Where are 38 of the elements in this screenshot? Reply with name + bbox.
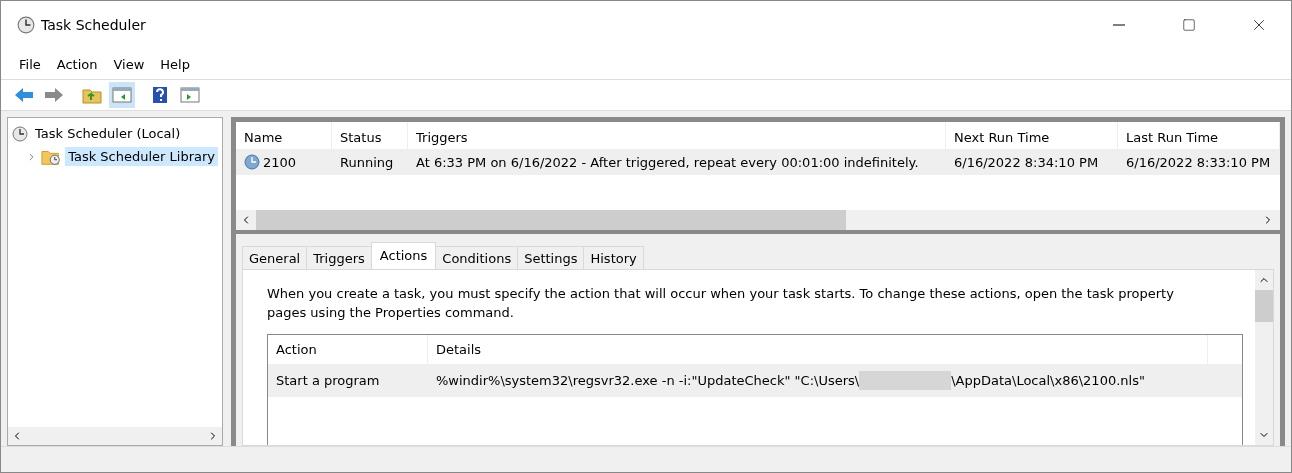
cell-text: 2100 bbox=[263, 154, 297, 170]
clock-icon bbox=[244, 154, 260, 170]
cell-text: At 6:33 PM on 6/16/2022 - After triggered, repeat every 00:01:00 indefinitely. bbox=[416, 154, 919, 170]
maximize-icon bbox=[1182, 18, 1196, 32]
folder-up-icon bbox=[82, 86, 102, 104]
cell-text: 6/16/2022 8:34:10 PM bbox=[954, 154, 1099, 170]
details-text: \AppData\Local\x86\2100.nls" bbox=[951, 373, 1145, 388]
scroll-thumb[interactable] bbox=[1255, 290, 1273, 322]
tab[interactable]: History bbox=[583, 246, 644, 269]
cell-text: Running bbox=[340, 154, 394, 170]
tree-item[interactable]: Task Scheduler Library bbox=[65, 147, 218, 166]
tab[interactable]: Triggers bbox=[306, 246, 372, 269]
menu-item[interactable]: View bbox=[105, 56, 153, 72]
minimize-icon bbox=[1113, 24, 1125, 26]
details-text: %windir%\system32\regsvr32.exe -n -i:"UpdateCheck" "C:\Users\ bbox=[436, 373, 860, 388]
instructions-text: When you create a task, you must specify the action that will occur when your task starts. To change these actions, open the task property pages using the Properties command. bbox=[267, 285, 1175, 322]
app-clock-icon bbox=[17, 16, 35, 34]
back-arrow-icon bbox=[14, 87, 34, 103]
scroll-thumb[interactable] bbox=[256, 210, 846, 230]
window-title: Task Scheduler bbox=[41, 17, 147, 33]
cell-text: 6/16/2022 8:33:10 PM bbox=[1126, 154, 1271, 170]
forward-arrow-icon bbox=[44, 87, 64, 103]
horizontal-scrollbar[interactable] bbox=[236, 210, 1280, 230]
tab[interactable]: Actions bbox=[370, 242, 437, 269]
tab[interactable]: General bbox=[242, 246, 308, 269]
vertical-scrollbar[interactable] bbox=[1255, 270, 1273, 445]
tree-item[interactable]: Task Scheduler (Local) bbox=[32, 124, 184, 143]
menu-item[interactable]: File bbox=[11, 56, 49, 72]
table-cell: Start a program bbox=[268, 364, 428, 397]
console-tree-icon bbox=[112, 87, 132, 103]
horizontal-scrollbar[interactable] bbox=[8, 427, 222, 445]
menu-item[interactable]: Action bbox=[48, 56, 106, 72]
action-pane-icon bbox=[180, 87, 200, 103]
help-icon bbox=[152, 86, 168, 104]
tab[interactable]: Settings bbox=[517, 246, 585, 269]
tree-toolbar-button[interactable] bbox=[109, 82, 135, 108]
clock-icon bbox=[12, 125, 28, 142]
menu-item[interactable]: Help bbox=[152, 56, 198, 72]
